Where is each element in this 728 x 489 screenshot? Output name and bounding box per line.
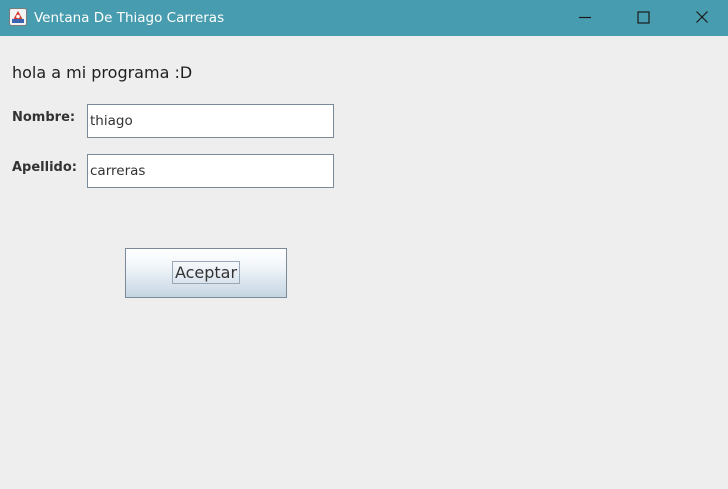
close-button[interactable] bbox=[672, 0, 728, 36]
java-app-icon[interactable] bbox=[9, 8, 27, 26]
maximize-button[interactable] bbox=[614, 0, 672, 36]
title-bar[interactable]: Ventana De Thiago Carreras bbox=[0, 0, 728, 36]
apellido-field[interactable] bbox=[87, 154, 334, 188]
minimize-icon bbox=[579, 16, 591, 19]
minimize-button[interactable] bbox=[556, 0, 614, 36]
greeting-text: hola a mi programa :D bbox=[12, 63, 193, 82]
close-icon bbox=[696, 11, 708, 23]
app-window: Ventana De Thiago Carreras hola a mi pro… bbox=[0, 0, 728, 489]
window-title: Ventana De Thiago Carreras bbox=[34, 10, 225, 26]
content-panel: hola a mi programa :D Nombre: Apellido: … bbox=[0, 36, 728, 489]
accept-button[interactable]: Aceptar bbox=[125, 248, 287, 298]
nombre-field[interactable] bbox=[87, 104, 334, 138]
nombre-label: Nombre: bbox=[12, 110, 76, 125]
maximize-icon bbox=[637, 11, 650, 24]
accept-button-label: Aceptar bbox=[174, 263, 238, 282]
apellido-label: Apellido: bbox=[12, 160, 77, 175]
